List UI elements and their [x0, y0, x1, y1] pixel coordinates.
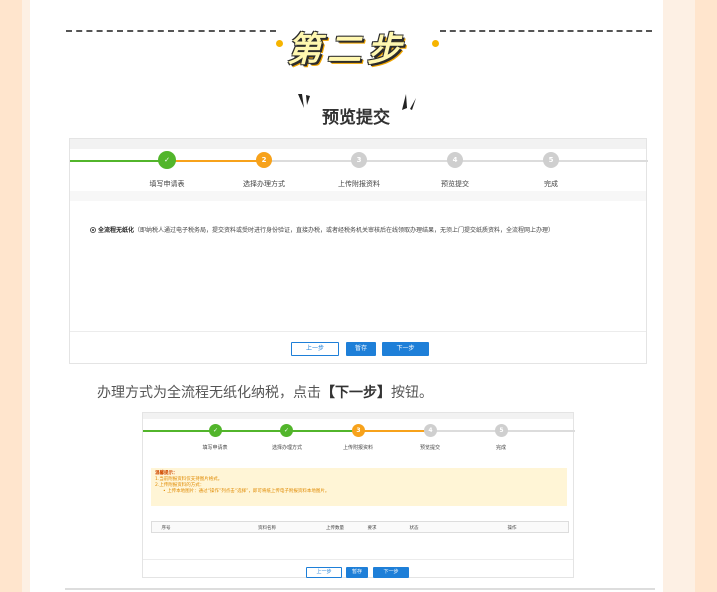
progress-track-active: [165, 160, 262, 162]
notice-line-3: • 上传本地图片：通过“操作”列点击“选择”，即可将纸上传电子附报资料本地图片。: [163, 489, 330, 494]
save-draft-button[interactable]: 暂存: [346, 567, 368, 578]
header-divider-right: [440, 30, 652, 32]
instruction-caption: 办理方式为全流程无纸化纳税，点击【下一步】按钮。: [97, 382, 433, 402]
step-label-4: 预览提交: [419, 445, 440, 451]
step-label-3: 上传附报资料: [338, 180, 380, 188]
col-action: 操作: [507, 526, 517, 531]
col-count: 上传数量: [326, 526, 344, 531]
steps-band: [70, 191, 646, 201]
step-node-2: 2: [256, 152, 272, 168]
progress-track-active: [358, 430, 428, 432]
sparkle-right-icon: [402, 94, 416, 110]
save-draft-button[interactable]: 暂存: [346, 342, 376, 356]
screenshot-method-selection: ✓ 2 3 4 5 填写申请表 选择办理方式 上传附报资料 预览提交 完成 全流…: [69, 138, 648, 364]
caption-button-name: 【下一步】: [321, 385, 391, 401]
header-divider-left: [66, 30, 276, 32]
step-node-2: ✓: [280, 424, 293, 437]
prev-step-button[interactable]: 上一步: [306, 567, 342, 578]
notice-box: 温馨提示： 1.当前附报资料仅支持图片格式。 2.上传附报资料的方式： • 上传…: [151, 468, 567, 506]
step-node-3: 3: [351, 152, 367, 168]
step-label-2: 选择办理方式: [243, 180, 285, 188]
caption-text: 办理方式为全流程无纸化纳税，点击: [97, 385, 321, 401]
col-name: 资料名称: [258, 526, 276, 531]
section-title: 预览提交: [322, 108, 390, 128]
button-divider: [143, 559, 573, 560]
method-option-paperless[interactable]: 全流程无纸化（即纳税人通过电子税务局，提交资料或受时进行身份验证，直接办税，或者…: [90, 225, 554, 234]
sparkle-left-icon: [298, 94, 310, 108]
step-label-5: 完成: [495, 445, 506, 451]
step-node-1: ✓: [209, 424, 222, 437]
step-node-3: 3: [352, 424, 365, 437]
materials-table-header: 序号 资料名称 上传数量 要求 状态 操作: [151, 521, 569, 533]
prev-step-button[interactable]: 上一步: [291, 342, 339, 356]
next-step-button[interactable]: 下一步: [382, 342, 429, 356]
next-step-button[interactable]: 下一步: [373, 567, 409, 578]
screenshot-upload-materials: ✓ ✓ 3 4 5 填写申请表 选择办理方式 上传附报资料 预览提交 完成 温馨…: [142, 412, 575, 578]
step-node-4: 4: [424, 424, 437, 437]
col-index: 序号: [161, 526, 171, 531]
step-node-5: 5: [495, 424, 508, 437]
topbar: [70, 139, 646, 149]
step-node-5: 5: [543, 152, 559, 168]
col-status: 状态: [409, 526, 419, 531]
col-requirement: 要求: [367, 526, 377, 531]
step-label-2: 选择办理方式: [271, 445, 302, 451]
progress-track-done: [70, 160, 165, 162]
step-label-3: 上传附报资料: [342, 445, 373, 451]
step-label-4: 预览提交: [441, 180, 469, 188]
step-label-1: 填写申请表: [149, 180, 185, 188]
caption-suffix: 按钮。: [391, 385, 433, 401]
topbar: [143, 413, 573, 419]
step-node-4: 4: [447, 152, 463, 168]
step-label-5: 完成: [544, 180, 558, 188]
bottom-divider: [65, 588, 655, 590]
option-description: （即纳税人通过电子税务局，提交资料或受时进行身份验证，直接办税，或者经税务机关审…: [134, 227, 555, 234]
radio-selected-icon[interactable]: [90, 227, 96, 233]
dot-left: [276, 40, 283, 47]
dot-right: [432, 40, 439, 47]
step-title: 第二步: [287, 30, 407, 70]
button-divider: [70, 331, 646, 332]
step-node-1: ✓: [158, 151, 176, 169]
option-title: 全流程无纸化: [98, 227, 135, 234]
progress-track-done: [143, 430, 358, 432]
step-label-1: 填写申请表: [202, 445, 228, 451]
